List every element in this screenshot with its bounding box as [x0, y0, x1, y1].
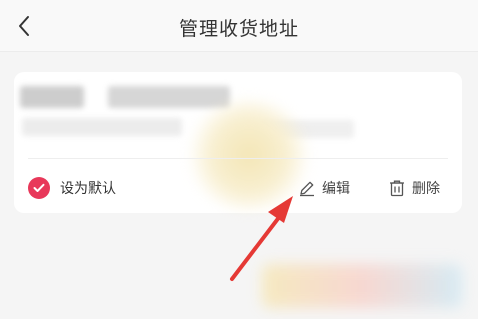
- blurred-watermark: [262, 264, 462, 308]
